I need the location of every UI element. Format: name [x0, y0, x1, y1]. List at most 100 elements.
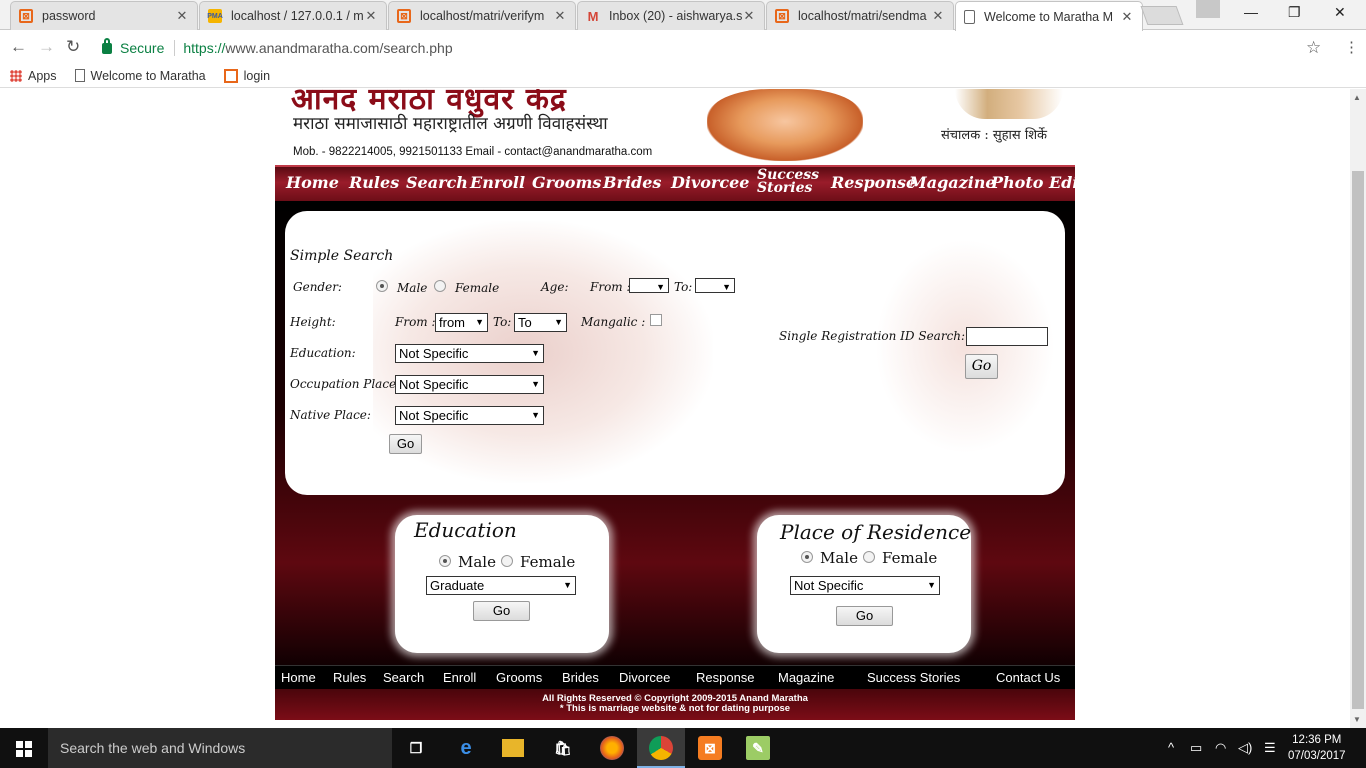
file-explorer-icon[interactable] — [502, 739, 524, 757]
footer-search-link[interactable]: Search — [383, 670, 424, 685]
female-label: Female — [455, 281, 500, 295]
nav-grooms[interactable]: Grooms — [532, 173, 601, 192]
browser-tab-maratha[interactable]: Welcome to Maratha M ✕ — [955, 1, 1143, 31]
footer-home-link[interactable]: Home — [281, 670, 316, 685]
footer-magazine-link[interactable]: Magazine — [778, 670, 834, 685]
show-hidden-icons-icon[interactable]: ^ — [1168, 740, 1174, 755]
footer-response-link[interactable]: Response — [696, 670, 755, 685]
footer-success-stories-link[interactable]: Success Stories — [867, 670, 960, 685]
xampp-taskbar-icon[interactable]: ⊠ — [698, 736, 722, 760]
browser-tab-password[interactable]: ⊠ password ✕ — [10, 1, 198, 30]
browser-tab-verify[interactable]: ⊠ localhost/matri/verifym ✕ — [388, 1, 576, 30]
chrome-icon[interactable] — [649, 736, 673, 760]
footer-grooms-link[interactable]: Grooms — [496, 670, 542, 685]
browser-tab-phpmyadmin[interactable]: PMA localhost / 127.0.0.1 / m ✕ — [199, 1, 387, 30]
native-place-select[interactable]: Not Specific — [395, 406, 544, 425]
back-arrow-icon[interactable]: ← — [10, 37, 27, 57]
nav-brides[interactable]: Brides — [603, 173, 661, 192]
footer-enroll-link[interactable]: Enroll — [443, 670, 476, 685]
tab-title: Welcome to Maratha M — [984, 9, 1113, 24]
nav-response[interactable]: Response — [831, 173, 916, 192]
xampp-icon: ⊠ — [775, 9, 789, 23]
close-tab-icon[interactable]: ✕ — [742, 8, 756, 24]
education-male-radio[interactable] — [439, 555, 451, 567]
maximize-icon[interactable]: ❐ — [1288, 4, 1301, 21]
xampp-icon: ⊠ — [397, 9, 411, 23]
age-to-select[interactable] — [695, 278, 735, 293]
edge-icon[interactable]: e — [454, 736, 478, 760]
nav-rules[interactable]: Rules — [349, 173, 399, 192]
forward-arrow-icon[interactable]: → — [38, 37, 55, 57]
task-view-icon[interactable]: ❐ — [404, 736, 428, 760]
nav-search[interactable]: Search — [406, 173, 468, 192]
occupation-place-select[interactable]: Not Specific — [395, 375, 544, 394]
language-icon[interactable]: ☰ — [1264, 740, 1276, 756]
nav-magazine[interactable]: Magazine — [909, 173, 996, 192]
new-tab-button[interactable] — [1140, 6, 1184, 25]
close-tab-icon[interactable]: ✕ — [553, 8, 567, 24]
footer-divorcee-link[interactable]: Divorcee — [619, 670, 670, 685]
mangalic-checkbox[interactable] — [650, 314, 662, 326]
nav-success-stories[interactable]: Success Stories — [757, 168, 819, 195]
close-window-icon[interactable]: ✕ — [1334, 4, 1346, 21]
gender-female-radio[interactable] — [434, 280, 446, 292]
volume-icon[interactable]: ◁) — [1238, 740, 1252, 756]
height-to-select[interactable]: To — [514, 313, 567, 332]
reload-icon[interactable]: ↻ — [66, 37, 80, 57]
bookmark-apps[interactable]: Apps — [10, 69, 57, 83]
nav-enroll[interactable]: Enroll — [470, 173, 525, 192]
footer-rules-link[interactable]: Rules — [333, 670, 366, 685]
notepad-plus-icon[interactable]: ✎ — [746, 736, 770, 760]
footer-brides-link[interactable]: Brides — [562, 670, 599, 685]
scroll-thumb[interactable] — [1352, 171, 1364, 709]
education-box-select[interactable]: Graduate — [426, 576, 576, 595]
page-scrollbar[interactable]: ▲ ▼ — [1350, 89, 1366, 728]
footer-contact-link[interactable]: Contact Us — [996, 670, 1060, 685]
system-clock[interactable]: 12:36 PM 07/03/2017 — [1288, 732, 1346, 764]
height-from-select[interactable]: from — [435, 313, 488, 332]
close-tab-icon[interactable]: ✕ — [931, 8, 945, 24]
page-icon — [964, 9, 975, 24]
nav-photo-edit[interactable]: Photo Edit — [991, 173, 1086, 192]
close-tab-icon[interactable]: ✕ — [175, 8, 189, 24]
education-select[interactable]: Not Specific — [395, 344, 544, 363]
nav-home[interactable]: Home — [286, 173, 339, 192]
bookmark-label: login — [243, 68, 271, 83]
close-tab-icon[interactable]: ✕ — [1120, 9, 1134, 25]
scroll-down-icon[interactable]: ▼ — [1353, 715, 1361, 724]
minimize-icon[interactable]: — — [1244, 4, 1258, 20]
simple-search-go-button[interactable]: Go — [389, 434, 422, 454]
gender-male-radio[interactable] — [376, 280, 388, 292]
bookmark-login[interactable]: login — [223, 68, 271, 83]
residence-male-radio[interactable] — [801, 551, 813, 563]
xampp-icon: ⊠ — [19, 9, 33, 23]
bookmark-star-icon[interactable]: ☆ — [1306, 38, 1321, 58]
residence-female-radio[interactable] — [863, 551, 875, 563]
residence-box-go-button[interactable]: Go — [836, 606, 893, 626]
education-female-radio[interactable] — [501, 555, 513, 567]
taskbar-search[interactable]: Search the web and Windows — [48, 728, 392, 768]
bookmark-welcome[interactable]: Welcome to Maratha — [74, 69, 206, 83]
firefox-icon[interactable] — [600, 736, 624, 760]
store-icon[interactable]: 🛍 — [551, 736, 575, 760]
wifi-icon[interactable]: ◠ — [1215, 740, 1226, 756]
bookmarks-bar: Apps Welcome to Maratha login — [0, 64, 1366, 88]
menu-dots-icon[interactable]: ⋮ — [1344, 38, 1359, 56]
user-profile-icon[interactable] — [1196, 0, 1220, 18]
browser-tab-gmail[interactable]: M Inbox (20) - aishwarya.s ✕ — [577, 1, 765, 30]
registration-go-button[interactable]: Go — [965, 354, 998, 379]
simple-search-panel: Simple Search Gender: Male Female Age: F… — [285, 211, 1065, 495]
scroll-up-icon[interactable]: ▲ — [1353, 93, 1361, 102]
address-bar[interactable]: Secure https://www.anandmaratha.com/sear… — [92, 34, 1332, 62]
close-tab-icon[interactable]: ✕ — [364, 8, 378, 24]
start-button[interactable] — [0, 728, 48, 768]
browser-tab-sendmail[interactable]: ⊠ localhost/matri/sendma ✕ — [766, 1, 954, 30]
residence-box-select[interactable]: Not Specific — [790, 576, 940, 595]
nav-divorcee[interactable]: Divorcee — [671, 173, 749, 192]
battery-icon[interactable]: ▭ — [1190, 740, 1202, 756]
site-subtitle: मराठा समाजासाठी महाराष्ट्रातील अग्रणी वि… — [293, 114, 608, 134]
age-from-select[interactable] — [629, 278, 669, 293]
education-box-go-button[interactable]: Go — [473, 601, 530, 621]
height-label: Height: — [290, 315, 336, 329]
registration-id-input[interactable] — [966, 327, 1048, 346]
